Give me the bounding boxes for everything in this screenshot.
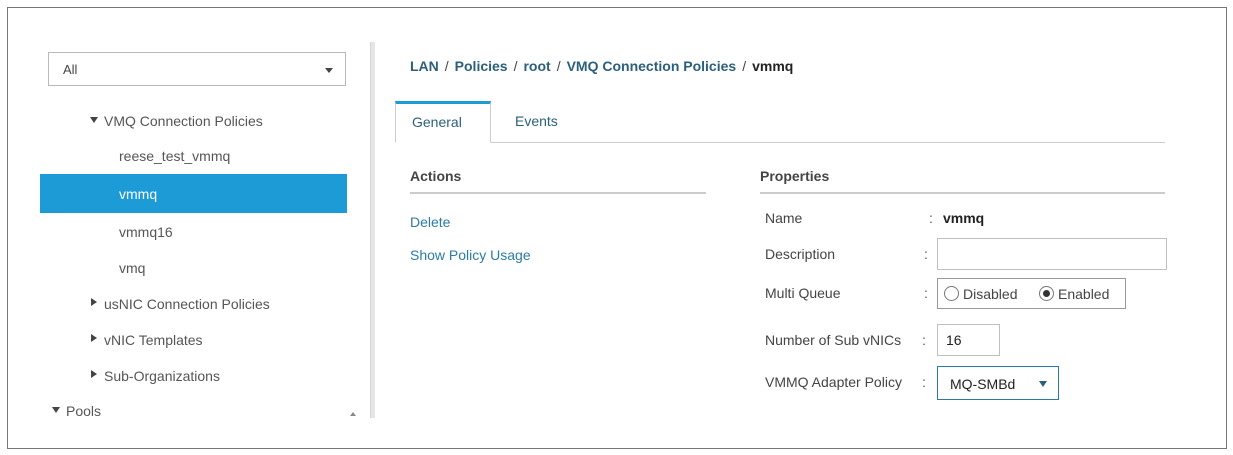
multi-queue-radio-group: Disabled Enabled xyxy=(937,278,1126,309)
radio-enabled-label[interactable]: Enabled xyxy=(1058,286,1109,302)
tree-node-label: vmmq xyxy=(119,186,158,202)
colon: : xyxy=(929,210,933,226)
name-value: vmmq xyxy=(943,210,985,226)
tree-node-label: vmq xyxy=(119,260,146,276)
properties-heading: Properties xyxy=(760,168,1165,194)
sub-vnics-label: Number of Sub vNICs xyxy=(765,332,902,348)
description-label: Description xyxy=(765,246,836,262)
tree-node-vmmq[interactable]: vmmq xyxy=(40,174,347,213)
breadcrumb-policies[interactable]: Policies xyxy=(455,58,508,74)
tree-node-sub-organizations[interactable]: Sub-Organizations xyxy=(8,358,348,394)
filter-value: All xyxy=(63,62,78,77)
tree-node-label: VMQ Connection Policies xyxy=(104,113,263,129)
tree-node-vmmq16[interactable]: vmmq16 xyxy=(8,214,348,250)
chevron-down-icon xyxy=(325,68,333,73)
window-frame: All VMQ Connection Policies reese_test_v… xyxy=(7,7,1227,449)
radio-enabled[interactable] xyxy=(1039,286,1054,301)
tab-events[interactable]: Events xyxy=(499,101,574,143)
expand-right-icon[interactable] xyxy=(91,334,97,342)
filter-select[interactable]: All xyxy=(48,52,346,86)
radio-disabled-label[interactable]: Disabled xyxy=(963,286,1017,302)
colon: : xyxy=(922,332,926,348)
adapter-policy-value: MQ-SMBd xyxy=(950,376,1016,392)
tree-node-reese-test-vmmq[interactable]: reese_test_vmmq xyxy=(8,138,348,174)
breadcrumb-separator: / xyxy=(742,58,747,74)
expand-down-icon[interactable] xyxy=(52,407,60,413)
panel-splitter[interactable] xyxy=(370,42,375,418)
breadcrumb-current: vmmq xyxy=(752,58,794,74)
chevron-down-icon xyxy=(1039,381,1047,387)
breadcrumb-lan[interactable]: LAN xyxy=(410,58,439,74)
actions-heading: Actions xyxy=(410,168,706,194)
breadcrumb-separator: / xyxy=(513,58,518,74)
adapter-policy-label: VMMQ Adapter Policy xyxy=(765,374,902,390)
radio-disabled[interactable] xyxy=(944,286,959,301)
navigation-panel: All VMQ Connection Policies reese_test_v… xyxy=(8,8,370,418)
tree-node-vnic-templates[interactable]: vNIC Templates xyxy=(8,322,348,358)
sub-vnics-field[interactable]: 16 xyxy=(937,324,1000,356)
breadcrumb: LAN / Policies / root / VMQ Connection Policie… xyxy=(410,58,793,74)
delete-link[interactable]: Delete xyxy=(410,214,450,230)
tree-node-label: usNIC Connection Policies xyxy=(104,296,270,312)
expand-right-icon[interactable] xyxy=(91,298,97,306)
tab-bar: General Events xyxy=(395,101,1165,143)
tree-node-label: vNIC Templates xyxy=(104,332,203,348)
breadcrumb-separator: / xyxy=(556,58,561,74)
breadcrumb-vmq-connection-policies[interactable]: VMQ Connection Policies xyxy=(567,58,737,74)
tree-node-label: Sub-Organizations xyxy=(104,368,220,384)
tree-node-vmq-connection-policies[interactable]: VMQ Connection Policies xyxy=(8,103,348,139)
tree-node-vmq[interactable]: vmq xyxy=(8,250,348,286)
tree-node-label: vmmq16 xyxy=(119,224,173,240)
scroll-up-icon[interactable] xyxy=(350,412,356,416)
expand-right-icon[interactable] xyxy=(91,370,97,378)
tree-node-usnic-connection-policies[interactable]: usNIC Connection Policies xyxy=(8,286,348,322)
adapter-policy-select[interactable]: MQ-SMBd xyxy=(937,366,1059,400)
name-label: Name xyxy=(765,210,803,226)
colon: : xyxy=(924,246,928,262)
tree-node-label: Pools xyxy=(66,403,102,418)
colon: : xyxy=(922,374,926,390)
expand-down-icon[interactable] xyxy=(90,117,98,123)
colon: : xyxy=(924,285,928,301)
tab-general[interactable]: General xyxy=(395,101,491,143)
description-field[interactable] xyxy=(937,238,1167,270)
multi-queue-label: Multi Queue xyxy=(765,285,841,301)
tree-node-label: reese_test_vmmq xyxy=(119,148,231,164)
sub-vnics-value: 16 xyxy=(946,332,962,348)
breadcrumb-separator: / xyxy=(444,58,449,74)
tree-node-pools[interactable]: Pools xyxy=(8,393,348,418)
breadcrumb-root[interactable]: root xyxy=(523,58,550,74)
show-policy-usage-link[interactable]: Show Policy Usage xyxy=(410,247,531,263)
